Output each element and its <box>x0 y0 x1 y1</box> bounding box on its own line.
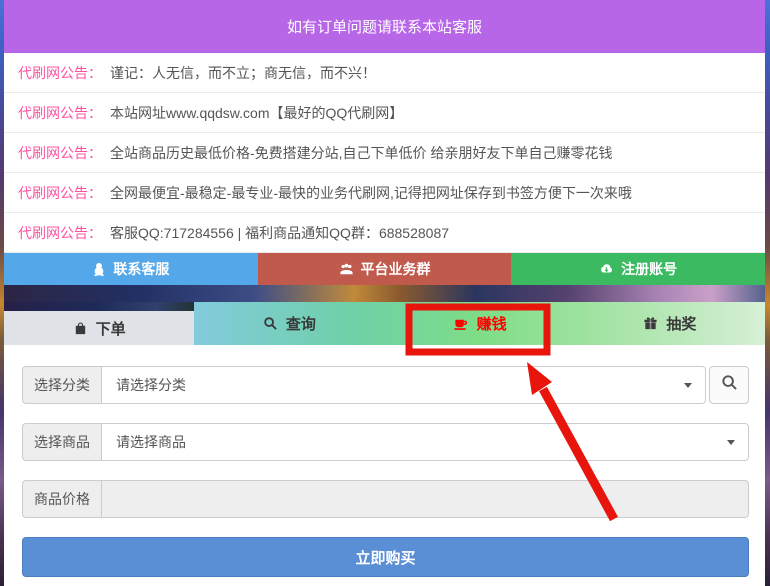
announcement-row: 代刷网公告： 本站网址www.qqdsw.com【最好的QQ代刷网】 <box>4 93 765 133</box>
platform-group-button[interactable]: 平台业务群 <box>258 253 512 285</box>
tab-lottery[interactable]: 抽奖 <box>575 302 765 345</box>
announcement-label: 代刷网公告： <box>18 103 102 123</box>
announcement-label: 代刷网公告： <box>18 63 102 83</box>
tab-label: 查询 <box>286 313 316 334</box>
chevron-down-icon <box>727 440 735 445</box>
content-column: 如有订单问题请联系本站客服 代刷网公告： 谨记：人无信，而不立；商无信，而不兴！… <box>4 0 765 586</box>
shopping-bag-icon <box>73 321 88 336</box>
coffee-cup-icon <box>453 316 469 331</box>
category-select-value: 请选择分类 <box>116 375 186 395</box>
chevron-down-icon <box>684 383 692 388</box>
page: 如有订单问题请联系本站客服 代刷网公告： 谨记：人无信，而不立；商无信，而不兴！… <box>0 0 770 586</box>
product-row: 选择商品 请选择商品 <box>22 423 749 461</box>
tab-label: 赚钱 <box>477 313 507 334</box>
price-row: 商品价格 <box>22 480 749 518</box>
price-label: 商品价格 <box>22 480 101 518</box>
announcement-label: 代刷网公告： <box>18 223 102 243</box>
search-icon <box>263 316 278 331</box>
announcement-text: 本站网址www.qqdsw.com【最好的QQ代刷网】 <box>110 103 403 123</box>
announcement-label: 代刷网公告： <box>18 183 102 203</box>
cloud-download-icon <box>599 262 614 276</box>
qq-penguin-icon <box>92 262 106 276</box>
search-button[interactable] <box>709 366 749 404</box>
announcement-row: 代刷网公告： 客服QQ:717284556 | 福利商品通知QQ群：688528… <box>4 213 765 253</box>
quick-link-label: 注册账号 <box>621 259 677 279</box>
price-input <box>101 480 749 518</box>
order-form: 选择分类 请选择分类 选择商品 请选择商品 商 <box>4 345 765 586</box>
announcement-row: 代刷网公告： 全站商品历史最低价格-免费搭建分站,自己下单低价 给亲朋好友下单自… <box>4 133 765 173</box>
contact-support-button[interactable]: 联系客服 <box>4 253 258 285</box>
tab-label: 抽奖 <box>666 313 696 334</box>
announcement-label: 代刷网公告： <box>18 143 102 163</box>
tab-earn[interactable]: 赚钱 <box>385 302 575 345</box>
announcement-row: 代刷网公告： 全网最便宜-最稳定-最专业-最快的业务代刷网,记得把网址保存到书签… <box>4 173 765 213</box>
gift-icon <box>643 316 658 331</box>
quick-link-label: 联系客服 <box>113 259 169 279</box>
announcement-list: 代刷网公告： 谨记：人无信，而不立；商无信，而不兴！ 代刷网公告： 本站网址ww… <box>4 53 765 253</box>
quick-link-label: 平台业务群 <box>361 259 431 279</box>
product-select-value: 请选择商品 <box>116 432 186 452</box>
quick-links-bar: 联系客服 平台业务群 注册账号 <box>4 253 765 285</box>
register-account-button[interactable]: 注册账号 <box>511 253 765 285</box>
product-select[interactable]: 请选择商品 <box>101 423 749 461</box>
buy-now-label: 立即购买 <box>355 547 415 568</box>
announcement-text: 全站商品历史最低价格-免费搭建分站,自己下单低价 给亲朋好友下单自己赚零花钱 <box>110 143 612 163</box>
category-row: 选择分类 请选择分类 <box>22 366 749 404</box>
announcement-text: 全网最便宜-最稳定-最专业-最快的业务代刷网,记得把网址保存到书签方便下一次来哦 <box>110 183 632 203</box>
announcement-text: 谨记：人无信，而不立；商无信，而不兴！ <box>110 63 376 83</box>
search-icon <box>721 374 738 396</box>
background-artwork-strip <box>4 285 765 302</box>
product-label: 选择商品 <box>22 423 101 461</box>
announcement-row: 代刷网公告： 谨记：人无信，而不立；商无信，而不兴！ <box>4 53 765 93</box>
tab-query[interactable]: 查询 <box>194 302 384 345</box>
top-notice-bar: 如有订单问题请联系本站客服 <box>4 0 765 53</box>
announcement-text: 客服QQ:717284556 | 福利商品通知QQ群：688528087 <box>110 223 449 243</box>
category-select[interactable]: 请选择分类 <box>101 366 706 404</box>
category-label: 选择分类 <box>22 366 101 404</box>
tab-order[interactable]: 下单 <box>4 311 194 345</box>
users-group-icon <box>339 262 354 276</box>
buy-now-button[interactable]: 立即购买 <box>22 537 749 577</box>
top-notice-text: 如有订单问题请联系本站客服 <box>287 16 482 37</box>
tab-bar: 下单 查询 赚钱 抽奖 <box>4 302 765 345</box>
tab-label: 下单 <box>96 318 126 339</box>
